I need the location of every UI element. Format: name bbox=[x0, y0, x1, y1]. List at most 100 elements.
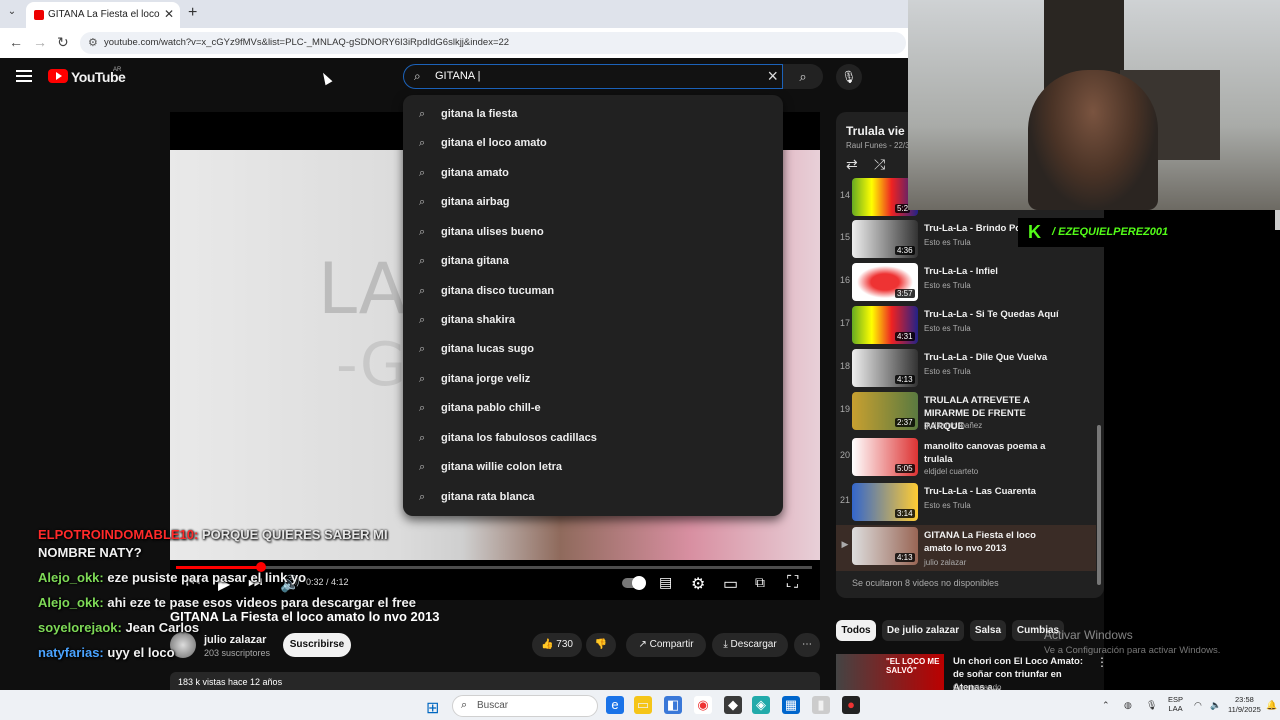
tab-title: GITANA La Fiesta el loco amato bbox=[48, 9, 160, 20]
more-actions-icon[interactable]: ⋯ bbox=[794, 633, 820, 657]
playlist-title[interactable]: Trulala vie bbox=[846, 124, 905, 138]
suggestion-item[interactable]: ⌕ gitana shakira bbox=[403, 306, 783, 335]
item-index: 21 bbox=[839, 495, 850, 505]
stream-side-area bbox=[1104, 210, 1280, 690]
suggestion-item[interactable]: ⌕ gitana pablo chill-e bbox=[403, 394, 783, 423]
app-icon[interactable]: ● bbox=[842, 696, 860, 714]
playlist-item[interactable]: 20 5:05 manolito canovas poema a trulala… bbox=[836, 436, 1096, 478]
back-arrow-icon[interactable]: ← bbox=[9, 34, 23, 50]
suggestion-item[interactable]: ⌕ gitana gitana bbox=[403, 247, 783, 276]
hidden-videos-note: Se ocultaron 8 videos no disponibles bbox=[852, 578, 999, 588]
address-bar[interactable]: ⚙ youtube.com/watch?v=x_cGYz9fMVs&list=P… bbox=[80, 32, 906, 54]
playlist-scrollbar[interactable] bbox=[1097, 425, 1101, 585]
settings-gear-icon[interactable]: ⚙ bbox=[691, 574, 705, 594]
site-info-icon[interactable]: ⚙ bbox=[88, 36, 98, 49]
share-label: Compartir bbox=[649, 639, 694, 650]
tray-mic-icon[interactable]: 🎙 bbox=[1146, 700, 1157, 711]
suggestion-text: gitana lucas sugo bbox=[441, 343, 534, 355]
autoplay-toggle[interactable] bbox=[622, 576, 646, 590]
search-input[interactable]: ⌕ GITANA | × bbox=[403, 64, 783, 89]
app-icon[interactable]: ▮ bbox=[812, 696, 830, 714]
suggestion-item[interactable]: ⌕ gitana los fabulosos cadillacs bbox=[403, 424, 783, 453]
kick-handle: / EZEQUIELPEREZ001 bbox=[1052, 226, 1169, 238]
dislike-button[interactable]: 👎 bbox=[586, 633, 616, 657]
item-channel: eldjdel cuarteto bbox=[924, 467, 979, 476]
playlist-item[interactable]: 19 2:37 TRULALA ATREVETE A MIRARME DE FR… bbox=[836, 390, 1096, 432]
suggestion-item[interactable]: ⌕ gitana la fiesta bbox=[403, 100, 783, 129]
tray-app-icon[interactable]: ◍ bbox=[1124, 700, 1132, 711]
progress-bar[interactable] bbox=[176, 566, 812, 569]
suggestion-item[interactable]: ⌕ gitana jorge veliz bbox=[403, 365, 783, 394]
suggestion-item[interactable]: ⌕ gitana disco tucuman bbox=[403, 277, 783, 306]
fullscreen-icon[interactable]: ⛶ bbox=[787, 574, 798, 592]
recommended-thumbnail[interactable]: "EL LOCO ME SALVÓ" bbox=[836, 654, 944, 690]
share-button[interactable]: ↗ Compartir bbox=[626, 633, 706, 657]
item-index: 14 bbox=[839, 190, 850, 200]
playlist-item[interactable]: 18 4:13 Tru-La-La - Dile Que Vuelva Esto… bbox=[836, 347, 1096, 389]
suggestion-item[interactable]: ⌕ gitana el loco amato bbox=[403, 129, 783, 158]
description-box[interactable]: 183 k vistas hace 12 años bbox=[170, 672, 820, 692]
new-tab-button[interactable]: + bbox=[188, 4, 197, 22]
suggestion-text: gitana airbag bbox=[441, 196, 510, 208]
file-explorer-icon[interactable]: ▭ bbox=[634, 696, 652, 714]
playlist-item[interactable]: 21 3:14 Tru-La-La - Las Cuarenta Esto es… bbox=[836, 481, 1096, 523]
page-scrollbar[interactable] bbox=[1275, 210, 1280, 230]
suggestion-item[interactable]: ⌕ gitana amato bbox=[403, 159, 783, 188]
item-channel: guillermo ibañez bbox=[924, 421, 983, 430]
language-indicator[interactable]: ESP LAA bbox=[1168, 695, 1183, 713]
chrome-icon[interactable]: ◉ bbox=[694, 696, 712, 714]
app-icon[interactable]: ◈ bbox=[752, 696, 770, 714]
browser-tab[interactable]: GITANA La Fiesta el loco amato ✕ bbox=[26, 2, 180, 28]
search-value: GITANA | bbox=[435, 70, 481, 82]
theater-mode-icon[interactable]: ▭ bbox=[723, 574, 738, 594]
clock[interactable]: 23:58 11/9/2025 bbox=[1228, 695, 1261, 715]
notification-icon[interactable]: 🔔 bbox=[1266, 700, 1277, 711]
suggestion-text: gitana willie colon letra bbox=[441, 461, 563, 473]
shuffle-icon[interactable]: ⤮ bbox=[874, 156, 885, 173]
reload-icon[interactable]: ↻ bbox=[57, 34, 69, 51]
search-button[interactable]: ⌕ bbox=[783, 64, 823, 89]
chip-salsa[interactable]: Salsa bbox=[970, 620, 1006, 641]
edge-icon[interactable]: e bbox=[606, 696, 624, 714]
suggestion-item[interactable]: ⌕ gitana rata blanca bbox=[403, 483, 783, 512]
progress-fill bbox=[176, 566, 260, 569]
channel-name[interactable]: julio zalazar bbox=[204, 634, 266, 646]
taskbar-search[interactable]: ⌕ Buscar bbox=[452, 695, 598, 717]
playlist-item[interactable]: 16 3:57 Tru-La-La - Infiel Esto es Trula bbox=[836, 261, 1096, 303]
voice-search-mic-icon[interactable]: 🎙 bbox=[836, 64, 862, 90]
cast-icon[interactable]: ⧉ bbox=[755, 574, 765, 591]
chip-todos[interactable]: Todos bbox=[836, 620, 876, 641]
suggestion-item[interactable]: ⌕ gitana ulises bueno bbox=[403, 218, 783, 247]
app-icon[interactable]: ▦ bbox=[782, 696, 800, 714]
windows-start-icon[interactable]: ⊞ bbox=[426, 698, 439, 718]
suggestion-item[interactable]: ⌕ gitana airbag bbox=[403, 188, 783, 217]
tab-list-chevron-icon[interactable]: ⌄ bbox=[4, 6, 20, 22]
chat-text: uyy el loco bbox=[107, 645, 175, 660]
tray-chevron-icon[interactable]: ⌃ bbox=[1102, 700, 1110, 711]
download-button[interactable]: ⤓ Descargar bbox=[712, 633, 788, 657]
youtube-logo-icon[interactable] bbox=[48, 69, 68, 83]
forward-arrow-icon[interactable]: → bbox=[33, 34, 47, 50]
tab-close-icon[interactable]: ✕ bbox=[164, 7, 174, 21]
chip-channel[interactable]: De julio zalazar bbox=[882, 620, 964, 641]
menu-icon[interactable] bbox=[16, 70, 32, 85]
store-icon[interactable]: ◧ bbox=[664, 696, 682, 714]
volume-icon[interactable]: 🔈 bbox=[1210, 700, 1221, 711]
subscribe-button[interactable]: Suscribirse bbox=[283, 633, 351, 657]
wifi-icon[interactable]: ◠ bbox=[1194, 700, 1202, 711]
like-button[interactable]: 👍 730 bbox=[532, 633, 582, 657]
subtitles-icon[interactable]: ▤ bbox=[659, 574, 672, 591]
webcam-feed bbox=[908, 0, 1280, 210]
chat-message: natyfarias: uyy el loco bbox=[38, 645, 175, 660]
clock-date: 11/9/2025 bbox=[1228, 705, 1261, 714]
chat-user: soyelorejaok: bbox=[38, 620, 122, 635]
item-index: 16 bbox=[839, 275, 850, 285]
playlist-item-current[interactable]: ▶ 4:13 GITANA La Fiesta el loco amato lo… bbox=[836, 525, 1096, 571]
clear-search-icon[interactable]: × bbox=[767, 66, 778, 87]
playlist-item[interactable]: 17 4:31 Tru-La-La - Si Te Quedas Aquí Es… bbox=[836, 304, 1096, 346]
suggestion-item[interactable]: ⌕ gitana willie colon letra bbox=[403, 453, 783, 482]
loop-icon[interactable]: ⇄ bbox=[846, 156, 858, 173]
item-duration: 4:31 bbox=[895, 332, 915, 341]
app-icon[interactable]: ◆ bbox=[724, 696, 742, 714]
suggestion-item[interactable]: ⌕ gitana lucas sugo bbox=[403, 335, 783, 364]
